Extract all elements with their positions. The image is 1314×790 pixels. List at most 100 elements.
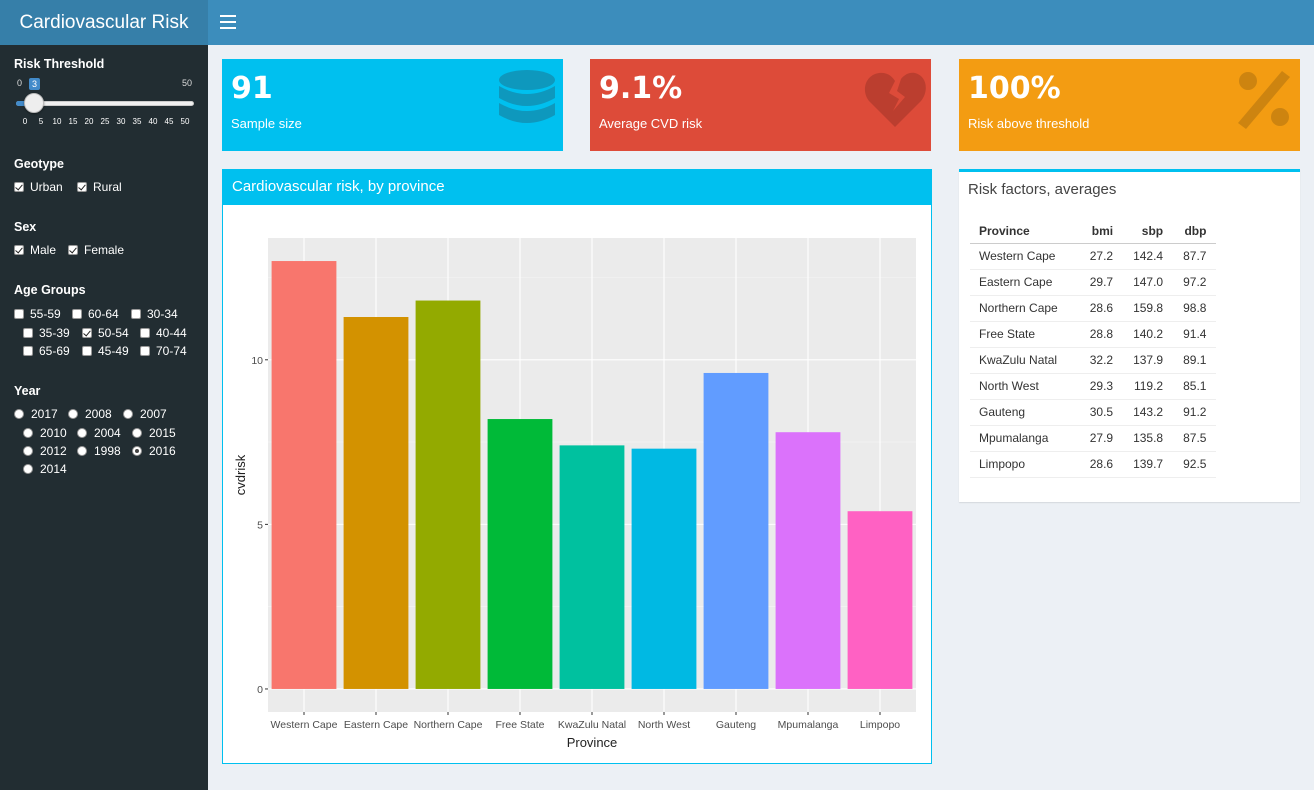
slider-handle[interactable]	[24, 93, 44, 113]
checkbox[interactable]	[140, 328, 150, 338]
option-label: Rural	[93, 180, 122, 194]
cvd-risk-value: 9.1%	[599, 71, 683, 106]
table-cell: 147.0	[1123, 269, 1174, 296]
option-label: 2012	[40, 444, 67, 458]
checkbox-option[interactable]: 35-39	[23, 326, 70, 340]
radio-button[interactable]	[68, 409, 78, 419]
table-cell: 91.4	[1173, 321, 1217, 348]
radio-button[interactable]	[132, 446, 142, 456]
checkbox-option[interactable]: Rural	[77, 180, 122, 194]
radio-option[interactable]: 1998	[77, 444, 121, 458]
option-label: Male	[30, 243, 57, 257]
radio-button[interactable]	[77, 446, 87, 456]
checkbox-option[interactable]: 50-54	[82, 326, 129, 340]
option-label: 2007	[140, 407, 167, 421]
radio-option[interactable]: 2004	[77, 426, 121, 440]
radio-button[interactable]	[14, 409, 24, 419]
slider-min: 0	[17, 78, 23, 88]
checkbox[interactable]	[14, 182, 24, 192]
radio-option[interactable]: 2015	[132, 426, 176, 440]
radio-button[interactable]	[77, 428, 87, 438]
x-tick-label: Mpumalanga	[778, 719, 839, 731]
table-cell: Western Cape	[970, 243, 1080, 270]
radio-button[interactable]	[23, 446, 33, 456]
bar	[703, 372, 769, 689]
checkbox-option[interactable]: 60-64	[72, 307, 119, 321]
table-cell: 92.5	[1173, 451, 1217, 478]
slider-value: 3	[29, 78, 41, 90]
cvd-risk-box: 9.1% Average CVD risk	[590, 59, 931, 151]
table-cell: Eastern Cape	[970, 269, 1080, 296]
radio-option[interactable]: 2008	[68, 407, 112, 421]
slider-tick-label: 10	[52, 117, 62, 126]
sample-size-box: 91 Sample size	[222, 59, 563, 151]
option-label: Urban	[30, 180, 63, 194]
table-cell: Mpumalanga	[970, 425, 1080, 452]
checkbox-option[interactable]: 65-69	[23, 344, 70, 358]
column-header: dbp	[1173, 219, 1217, 244]
option-label: 45-49	[98, 344, 129, 358]
checkbox-option[interactable]: Urban	[14, 180, 63, 194]
checkbox[interactable]	[23, 328, 33, 338]
table-cell: 28.8	[1079, 321, 1124, 348]
table-cell: North West	[970, 373, 1080, 400]
checkbox-option[interactable]: Male	[14, 243, 56, 257]
app-title[interactable]: Cardiovascular Risk	[0, 0, 208, 45]
checkbox[interactable]	[14, 309, 24, 319]
slider-tick-label: 40	[148, 117, 158, 126]
checkbox-option[interactable]: 40-44	[140, 326, 187, 340]
table-cell: 28.6	[1079, 451, 1124, 478]
y-axis-label: cvdrisk	[233, 454, 248, 495]
checkbox[interactable]	[72, 309, 82, 319]
checkbox[interactable]	[131, 309, 141, 319]
option-label: Female	[84, 243, 125, 257]
checkbox-option[interactable]: 55-59	[14, 307, 61, 321]
option-label: 40-44	[156, 326, 187, 340]
checkbox[interactable]	[82, 346, 92, 356]
geotype-label: Geotype	[14, 157, 65, 171]
option-label: 60-64	[88, 307, 119, 321]
option-label: 2017	[31, 407, 58, 421]
sample-size-label: Sample size	[231, 116, 302, 131]
checkbox[interactable]	[68, 245, 78, 255]
slider-max: 50	[182, 78, 193, 88]
checkbox[interactable]	[23, 346, 33, 356]
sidebar-toggle-icon[interactable]	[220, 11, 236, 33]
table-cell: 27.2	[1079, 243, 1124, 270]
risk-factors-title: Risk factors, averages	[968, 181, 1117, 198]
checkbox[interactable]	[77, 182, 87, 192]
checkbox-option[interactable]: 30-34	[131, 307, 178, 321]
checkbox-option[interactable]: 45-49	[82, 344, 129, 358]
x-tick-label: Gauteng	[716, 719, 756, 731]
radio-button[interactable]	[123, 409, 133, 419]
radio-option[interactable]: 2012	[23, 444, 67, 458]
option-label: 2015	[149, 426, 176, 440]
slider-tick-label: 30	[116, 117, 126, 126]
radio-button[interactable]	[132, 428, 142, 438]
column-header: Province	[970, 219, 1080, 244]
risk-threshold-label: Risk Threshold	[14, 57, 105, 71]
checkbox[interactable]	[140, 346, 150, 356]
table-row: Free State 28.8 140.2 91.4	[970, 321, 1217, 348]
table-cell: 29.7	[1079, 269, 1124, 296]
table-cell: Free State	[970, 321, 1080, 348]
radio-option[interactable]: 2010	[23, 426, 67, 440]
table-row: Western Cape 27.2 142.4 87.7	[970, 243, 1217, 270]
radio-option[interactable]: 2017	[14, 407, 58, 421]
option-label: 2010	[40, 426, 67, 440]
radio-button[interactable]	[23, 464, 33, 474]
option-label: 2014	[40, 462, 67, 476]
checkbox-option[interactable]: Female	[68, 243, 124, 257]
checkbox-option[interactable]: 70-74	[140, 344, 187, 358]
checkbox[interactable]	[14, 245, 24, 255]
province-bar-chart: Western Cape Eastern Cape Northern Cape Fre…	[233, 238, 916, 750]
radio-option[interactable]: 2014	[23, 462, 67, 476]
option-label: 50-54	[98, 326, 129, 340]
radio-option[interactable]: 2007	[123, 407, 167, 421]
radio-button[interactable]	[23, 428, 33, 438]
percent-icon	[1238, 71, 1290, 129]
sample-size-value: 91	[231, 71, 273, 106]
checkbox[interactable]	[82, 328, 92, 338]
top-navbar	[208, 0, 1314, 45]
radio-option[interactable]: 2016	[132, 444, 176, 458]
